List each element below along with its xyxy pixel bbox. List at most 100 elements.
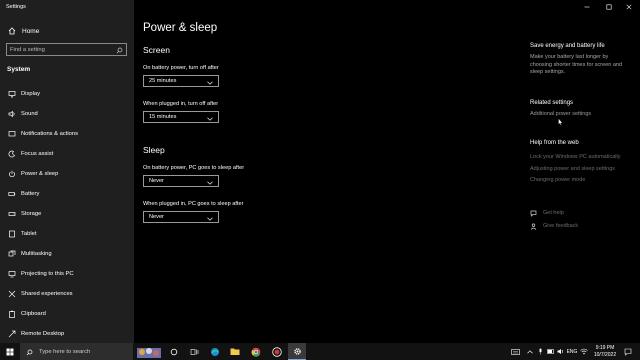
sidebar: Settings Home System Display Sound Notif… bbox=[0, 0, 134, 343]
cortana-icon[interactable] bbox=[165, 343, 183, 360]
sidebar-item-projecting[interactable]: Projecting to this PC bbox=[0, 266, 134, 282]
screen-plugged-dropdown[interactable]: 15 minutes bbox=[143, 111, 219, 123]
language-indicator[interactable]: ENG bbox=[566, 343, 578, 360]
sleep-plugged-dropdown[interactable]: Never bbox=[143, 211, 219, 223]
sidebar-item-label: Display bbox=[21, 91, 41, 97]
sidebar-item-label: Power & sleep bbox=[21, 171, 59, 177]
sidebar-item-label: Battery bbox=[21, 191, 40, 197]
battery-tray-icon[interactable] bbox=[546, 343, 556, 360]
chevron-down-icon bbox=[207, 172, 213, 190]
energy-description: Make your battery last longer by choosin… bbox=[530, 54, 623, 75]
search-icon[interactable] bbox=[116, 41, 123, 59]
chevron-down-icon bbox=[207, 72, 213, 90]
give-feedback-link[interactable]: Give feedback bbox=[530, 217, 578, 235]
microphone-icon[interactable] bbox=[536, 343, 545, 360]
sleep-battery-dropdown[interactable]: Never bbox=[143, 175, 219, 187]
clock[interactable]: 9:19 PM 10/7/2022 bbox=[590, 345, 620, 358]
sleep-plugged-label: When plugged in, PC goes to sleep after bbox=[143, 201, 244, 207]
sidebar-item-shared-experiences[interactable]: Shared experiences bbox=[0, 286, 134, 302]
minimize-button[interactable] bbox=[576, 0, 598, 14]
file-explorer-icon[interactable] bbox=[226, 343, 244, 360]
dropdown-value: Never bbox=[149, 178, 164, 184]
notification-center-icon[interactable] bbox=[622, 343, 634, 360]
search-highlight-icon[interactable] bbox=[134, 343, 164, 360]
sidebar-item-label: Tablet bbox=[21, 231, 37, 237]
windows-logo-icon bbox=[6, 343, 14, 360]
display-icon bbox=[3, 90, 21, 98]
sidebar-item-clipboard[interactable]: Clipboard bbox=[0, 306, 134, 322]
sidebar-item-notifications[interactable]: Notifications & actions bbox=[0, 126, 134, 142]
screen-battery-label: On battery power, turn off after bbox=[143, 65, 219, 71]
sidebar-item-battery[interactable]: Battery bbox=[0, 186, 134, 202]
sidebar-item-focus-assist[interactable]: Focus assist bbox=[0, 146, 134, 162]
screen-plugged-label: When plugged in, turn off after bbox=[143, 101, 219, 107]
chevron-down-icon bbox=[207, 108, 213, 126]
help-link-changing-power-mode[interactable]: Changing power mode bbox=[530, 177, 585, 183]
settings-taskbar-icon[interactable] bbox=[288, 343, 306, 360]
edge-icon[interactable] bbox=[206, 343, 224, 360]
page-title: Power & sleep bbox=[143, 22, 218, 34]
help-link-lock-pc[interactable]: Lock your Windows PC automatically bbox=[530, 154, 620, 160]
keyboard-icon[interactable] bbox=[508, 343, 522, 360]
sidebar-item-label: Remote Desktop bbox=[21, 331, 65, 337]
tablet-icon bbox=[3, 230, 21, 238]
find-setting-search[interactable] bbox=[6, 43, 127, 56]
sidebar-item-display[interactable]: Display bbox=[0, 86, 134, 102]
taskbar: ENG 9:19 PM 10/7/2022 bbox=[0, 343, 640, 360]
sidebar-item-multitasking[interactable]: Multitasking bbox=[0, 246, 134, 262]
get-help-label: Get help bbox=[543, 210, 564, 216]
projecting-icon bbox=[3, 270, 21, 278]
task-view-icon[interactable] bbox=[185, 343, 203, 360]
notifications-icon bbox=[3, 130, 21, 138]
search-input[interactable] bbox=[10, 46, 110, 53]
volume-icon[interactable] bbox=[556, 343, 566, 360]
dropdown-value: 15 minutes bbox=[149, 114, 177, 120]
sidebar-item-storage[interactable]: Storage bbox=[0, 206, 134, 222]
power-icon bbox=[3, 170, 21, 178]
window-title: Settings bbox=[6, 4, 26, 10]
sidebar-item-label: Sound bbox=[21, 111, 38, 117]
search-icon bbox=[26, 343, 33, 360]
maximize-button[interactable] bbox=[598, 0, 620, 14]
help-link-adjusting-power[interactable]: Adjusting power and sleep settings bbox=[530, 166, 615, 172]
dropdown-value: 25 minutes bbox=[149, 78, 177, 84]
sidebar-item-tablet[interactable]: Tablet bbox=[0, 226, 134, 242]
remote-desktop-icon bbox=[3, 330, 21, 338]
sidebar-item-sound[interactable]: Sound bbox=[0, 106, 134, 122]
home-icon bbox=[2, 27, 22, 35]
taskbar-search-box[interactable] bbox=[20, 343, 133, 360]
sidebar-item-power-sleep[interactable]: Power & sleep bbox=[0, 166, 134, 182]
sidebar-item-label: Notifications & actions bbox=[21, 131, 79, 137]
mouse-cursor-icon bbox=[558, 113, 563, 131]
dropdown-value: Never bbox=[149, 214, 164, 220]
feedback-icon bbox=[530, 217, 537, 235]
sleep-heading: Sleep bbox=[143, 145, 165, 155]
battery-icon bbox=[3, 190, 21, 198]
sidebar-item-label: Multitasking bbox=[21, 251, 52, 257]
sidebar-item-label: Clipboard bbox=[21, 311, 46, 317]
screen-heading: Screen bbox=[143, 45, 170, 55]
wifi-icon[interactable] bbox=[579, 343, 589, 360]
sidebar-item-home[interactable]: Home bbox=[0, 23, 134, 39]
sound-icon bbox=[3, 110, 21, 118]
sidebar-item-remote-desktop[interactable]: Remote Desktop bbox=[0, 326, 134, 342]
close-button[interactable] bbox=[618, 0, 640, 14]
clipboard-icon bbox=[3, 310, 21, 318]
sidebar-item-label: Storage bbox=[21, 211, 42, 217]
sidebar-item-label: Focus assist bbox=[21, 151, 54, 157]
sidebar-item-label: Projecting to this PC bbox=[21, 271, 74, 277]
clock-date: 10/7/2022 bbox=[593, 351, 617, 358]
focus-assist-icon bbox=[3, 150, 21, 158]
multitasking-icon bbox=[3, 250, 21, 258]
start-button[interactable] bbox=[1, 343, 19, 360]
sidebar-item-label: Shared experiences bbox=[21, 291, 73, 297]
screen-recorder-icon[interactable] bbox=[268, 343, 286, 360]
screen-battery-dropdown[interactable]: 25 minutes bbox=[143, 75, 219, 87]
related-settings-heading: Related settings bbox=[530, 100, 574, 106]
energy-heading: Save energy and battery life bbox=[530, 43, 605, 49]
help-heading: Help from the web bbox=[530, 140, 579, 146]
show-hidden-icons-chevron-icon[interactable] bbox=[525, 343, 535, 360]
taskbar-search-input[interactable] bbox=[39, 348, 109, 355]
chrome-icon[interactable] bbox=[247, 343, 265, 360]
shared-experiences-icon bbox=[3, 290, 21, 298]
